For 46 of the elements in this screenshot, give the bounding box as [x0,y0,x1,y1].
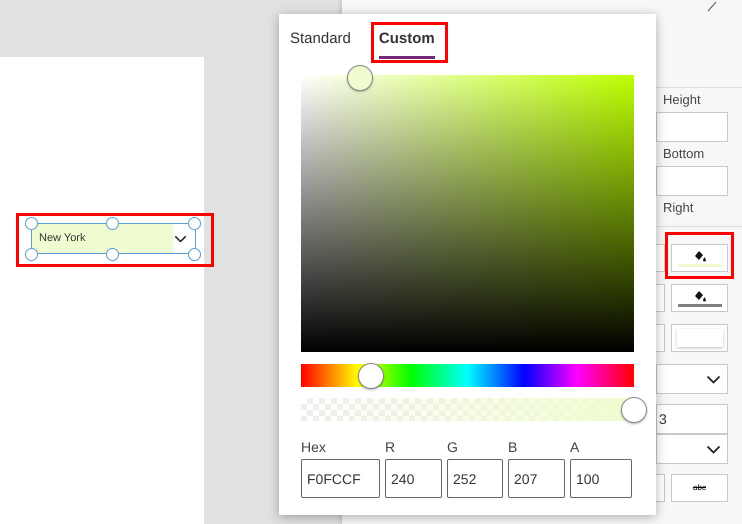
resize-handle[interactable] [106,216,119,230]
field-label: Bottom [662,145,706,164]
field-label: A [570,438,580,457]
resize-handle[interactable] [106,248,119,260]
tab[interactable]: Custom [378,27,435,59]
alpha-slider[interactable] [301,396,648,423]
color-spectrum[interactable] [301,75,634,352]
input-field[interactable]: 207 [508,459,565,498]
tab[interactable]: Standard [290,27,351,59]
field-label: R [385,438,396,457]
chevron-down-icon [706,374,721,384]
input-field[interactable]: 240 [385,459,442,498]
dropdown[interactable]: New York [39,231,188,246]
field-label: Right [662,199,694,218]
spectrum-handle[interactable] [347,65,374,92]
chevron-down-icon [174,234,187,242]
resize-handle[interactable] [24,248,38,260]
color-swatch [676,329,722,347]
field-label: G [447,438,459,457]
resize-handle[interactable] [188,216,200,230]
slider-thumb[interactable] [621,396,647,422]
field-label: Height [662,91,702,110]
dropdown[interactable] [656,434,728,464]
border-color-button[interactable] [671,324,728,352]
field-label: B [508,438,518,457]
paint-bucket-icon [692,250,706,262]
fill-color-button[interactable] [671,244,728,272]
strikethrough-button[interactable]: abc [671,474,728,502]
input-field[interactable] [656,112,728,142]
paint-bucket-icon [692,290,706,302]
input-field[interactable] [656,284,665,312]
input-field[interactable] [656,166,728,196]
input-field[interactable]: 3 [656,404,728,434]
input-field[interactable]: F0FCCF [301,459,380,498]
input-field[interactable] [656,324,665,352]
input-field[interactable] [656,244,665,272]
field-label: Hex [301,438,327,457]
resize-handle[interactable] [188,248,200,260]
fill-color-button[interactable] [671,284,728,312]
input-field[interactable]: 100 [570,459,632,498]
input-field[interactable]: 252 [447,459,503,498]
dropdown[interactable] [656,364,728,394]
input-field[interactable] [656,474,665,502]
chevron-right-icon[interactable] [706,0,718,12]
chevron-down-icon [706,444,721,454]
resize-handle[interactable] [24,216,38,230]
